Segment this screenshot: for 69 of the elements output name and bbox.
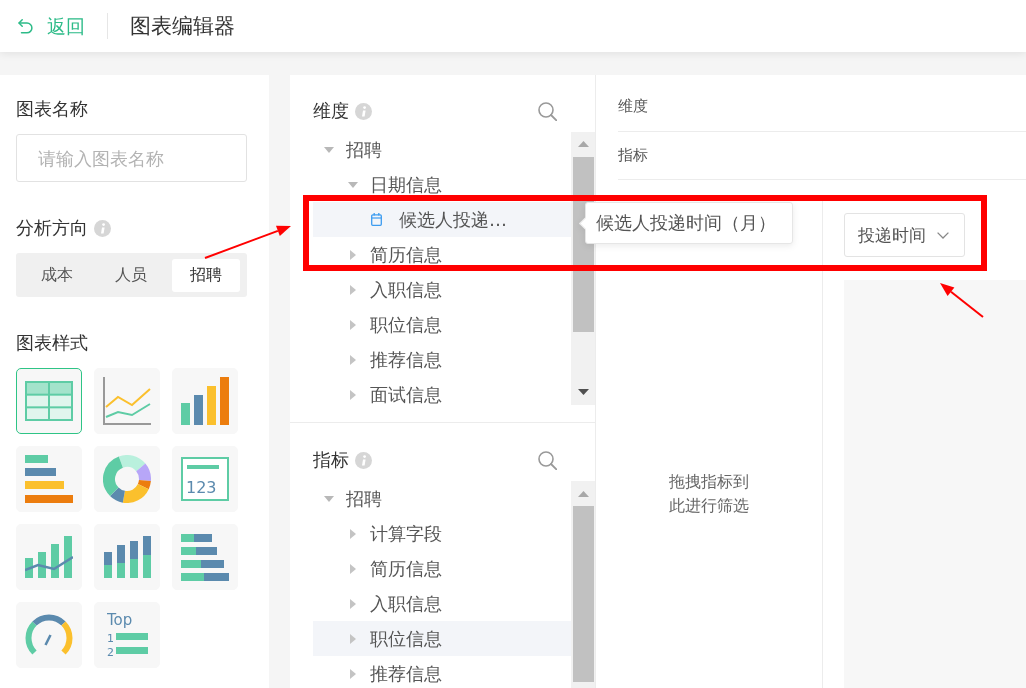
tree-item[interactable]: 招聘 bbox=[313, 481, 571, 516]
calendar-icon bbox=[371, 213, 382, 226]
segment-option[interactable]: 成本 bbox=[23, 259, 92, 292]
search-icon[interactable] bbox=[538, 450, 557, 470]
tree-item[interactable]: 推荐信息 bbox=[313, 342, 571, 377]
section-label: 图表样式 bbox=[16, 331, 88, 355]
segment-option[interactable]: 人员 bbox=[97, 259, 166, 292]
tree-item[interactable]: 推荐信息 bbox=[313, 656, 571, 688]
bar-line-chart-icon bbox=[25, 536, 73, 578]
stacked-column-chart-icon bbox=[103, 536, 151, 578]
tree-item[interactable]: 入职信息 bbox=[313, 272, 571, 307]
caret-right-icon[interactable] bbox=[349, 319, 356, 330]
segment-option[interactable]: 招聘 bbox=[171, 259, 240, 292]
scrollbar-track[interactable] bbox=[571, 481, 595, 688]
chart-type-option[interactable]: Top 1 2 bbox=[94, 602, 160, 668]
donut-chart-icon bbox=[103, 455, 151, 503]
info-icon bbox=[355, 451, 372, 469]
undo-icon bbox=[18, 18, 33, 34]
gauge-icon bbox=[25, 614, 73, 656]
caret-down-icon[interactable] bbox=[347, 181, 358, 188]
time-dropdown[interactable]: 投递时间 bbox=[844, 213, 965, 257]
section-label: 图表名称 bbox=[16, 97, 88, 121]
scrollbar-track[interactable] bbox=[571, 132, 595, 405]
caret-right-icon[interactable] bbox=[349, 528, 356, 539]
drop-zone-label: 指标 bbox=[618, 145, 648, 165]
caret-right-icon[interactable] bbox=[349, 563, 356, 574]
line-chart-icon bbox=[103, 377, 151, 425]
search-icon[interactable] bbox=[538, 101, 557, 121]
column-chart-icon bbox=[181, 377, 229, 425]
caret-right-icon[interactable] bbox=[349, 668, 356, 679]
bar-chart-icon bbox=[25, 455, 73, 503]
section-label: 分析方向 bbox=[16, 216, 88, 240]
scroll-up-icon[interactable] bbox=[577, 141, 589, 147]
panel-title: 维度 bbox=[313, 99, 349, 123]
info-icon bbox=[355, 102, 372, 120]
caret-right-icon[interactable] bbox=[349, 633, 356, 644]
caret-down-icon[interactable] bbox=[323, 495, 334, 502]
filter-hint: 拖拽指标到此进行筛选 bbox=[669, 471, 749, 517]
tree-item[interactable]: 职位信息 bbox=[313, 621, 571, 656]
tooltip: 候选人投递时间（月） bbox=[579, 202, 793, 244]
scroll-up-icon[interactable] bbox=[577, 491, 589, 497]
chevron-down-icon bbox=[937, 231, 949, 239]
caret-down-icon[interactable] bbox=[323, 146, 334, 153]
number-card-icon: 123 bbox=[181, 457, 229, 501]
stacked-bar-chart-icon bbox=[181, 533, 229, 581]
caret-right-icon[interactable] bbox=[349, 354, 356, 365]
caret-right-icon[interactable] bbox=[349, 284, 356, 295]
drop-zone-label: 维度 bbox=[618, 96, 648, 116]
scroll-down-icon[interactable] bbox=[577, 389, 589, 395]
panel-title: 指标 bbox=[313, 448, 349, 472]
tree-item[interactable]: 候选人投递… bbox=[313, 202, 571, 237]
tree-item[interactable]: 入职信息 bbox=[313, 586, 571, 621]
tree-item[interactable]: 职位信息 bbox=[313, 307, 571, 342]
page-title: 图表编辑器 bbox=[130, 13, 235, 40]
tree-item[interactable]: 面试信息 bbox=[313, 377, 571, 405]
tree-item[interactable]: 计算字段 bbox=[313, 516, 571, 551]
tree-item[interactable]: 简历信息 bbox=[313, 237, 571, 272]
tree-item[interactable]: 简历信息 bbox=[313, 551, 571, 586]
info-icon bbox=[94, 219, 111, 237]
chart-type-option[interactable] bbox=[16, 368, 82, 434]
caret-right-icon[interactable] bbox=[349, 249, 356, 260]
table-chart-icon bbox=[25, 381, 73, 421]
scrollbar-thumb[interactable] bbox=[572, 506, 594, 682]
caret-right-icon[interactable] bbox=[349, 598, 356, 609]
caret-right-icon[interactable] bbox=[349, 389, 356, 400]
chart-name-input[interactable]: 请输入图表名称 bbox=[16, 134, 247, 182]
chart-type-option[interactable]: 123 bbox=[172, 446, 238, 512]
tree-item[interactable]: 日期信息 bbox=[313, 167, 571, 202]
tree-item[interactable]: 招聘 bbox=[313, 132, 571, 167]
